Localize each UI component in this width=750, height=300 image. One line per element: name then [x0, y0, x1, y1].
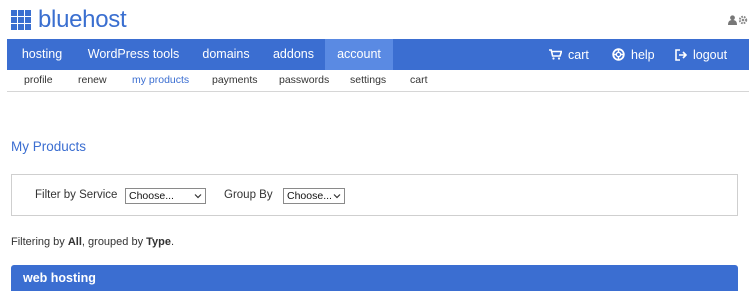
nav-logout-label: logout [693, 47, 728, 62]
chevron-down-icon [333, 194, 341, 199]
subnav-item-renew[interactable]: renew [78, 74, 107, 86]
lifebuoy-icon [612, 48, 625, 61]
nav-item-domains[interactable]: domains [190, 39, 262, 70]
subnav-item-payments[interactable]: payments [212, 74, 258, 86]
nav-help-label: help [631, 47, 655, 62]
nav-item-addons[interactable]: addons [262, 39, 325, 70]
service-filter-select[interactable]: Choose... [125, 188, 206, 204]
filter-status-text: Filtering by All, grouped by Type. [11, 236, 174, 248]
brand-name: bluehost [38, 6, 127, 33]
page-title: My Products [11, 139, 87, 154]
subnav-item-settings[interactable]: settings [350, 74, 386, 86]
cart-icon [549, 49, 562, 60]
nav-cart-label: cart [568, 47, 589, 62]
nav-item-wordpress-tools[interactable]: WordPress tools [77, 39, 190, 70]
web-hosting-section-header[interactable]: web hosting [11, 265, 738, 291]
top-bar: bluehost [0, 0, 750, 40]
status-group-value: Type [146, 236, 171, 248]
status-middle: , grouped by [81, 236, 147, 248]
logout-icon [675, 48, 687, 61]
status-filter-value: All [67, 236, 82, 248]
nav-item-account[interactable]: account [325, 39, 393, 70]
subnav-item-profile[interactable]: profile [24, 74, 53, 86]
nav-help[interactable]: help [612, 39, 655, 70]
user-icon[interactable] [728, 12, 737, 30]
user-tools [728, 12, 748, 30]
subnav-item-cart[interactable]: cart [410, 74, 428, 86]
sub-nav: profile renew my products payments passw… [7, 70, 749, 92]
service-filter-value: Choose... [129, 190, 174, 202]
grid-logo-icon [11, 10, 31, 30]
group-by-select[interactable]: Choose... [283, 188, 345, 204]
nav-cart[interactable]: cart [549, 39, 589, 70]
group-by-value: Choose... [287, 190, 332, 202]
filter-panel: Filter by Service Choose... Group By Cho… [11, 174, 738, 216]
subnav-item-passwords[interactable]: passwords [279, 74, 329, 86]
bluehost-logo[interactable]: bluehost [11, 6, 127, 33]
status-prefix: Filtering by [11, 236, 68, 248]
group-by-label: Group By [224, 189, 273, 201]
chevron-down-icon [194, 194, 202, 199]
gear-icon[interactable] [738, 12, 748, 30]
nav-logout[interactable]: logout [675, 39, 727, 70]
filter-by-service-label: Filter by Service [35, 189, 118, 201]
nav-item-hosting[interactable]: hosting [7, 39, 77, 70]
subnav-item-my-products[interactable]: my products [132, 74, 189, 86]
status-suffix: . [171, 236, 175, 248]
main-nav: hosting WordPress tools domains addons a… [7, 39, 749, 70]
